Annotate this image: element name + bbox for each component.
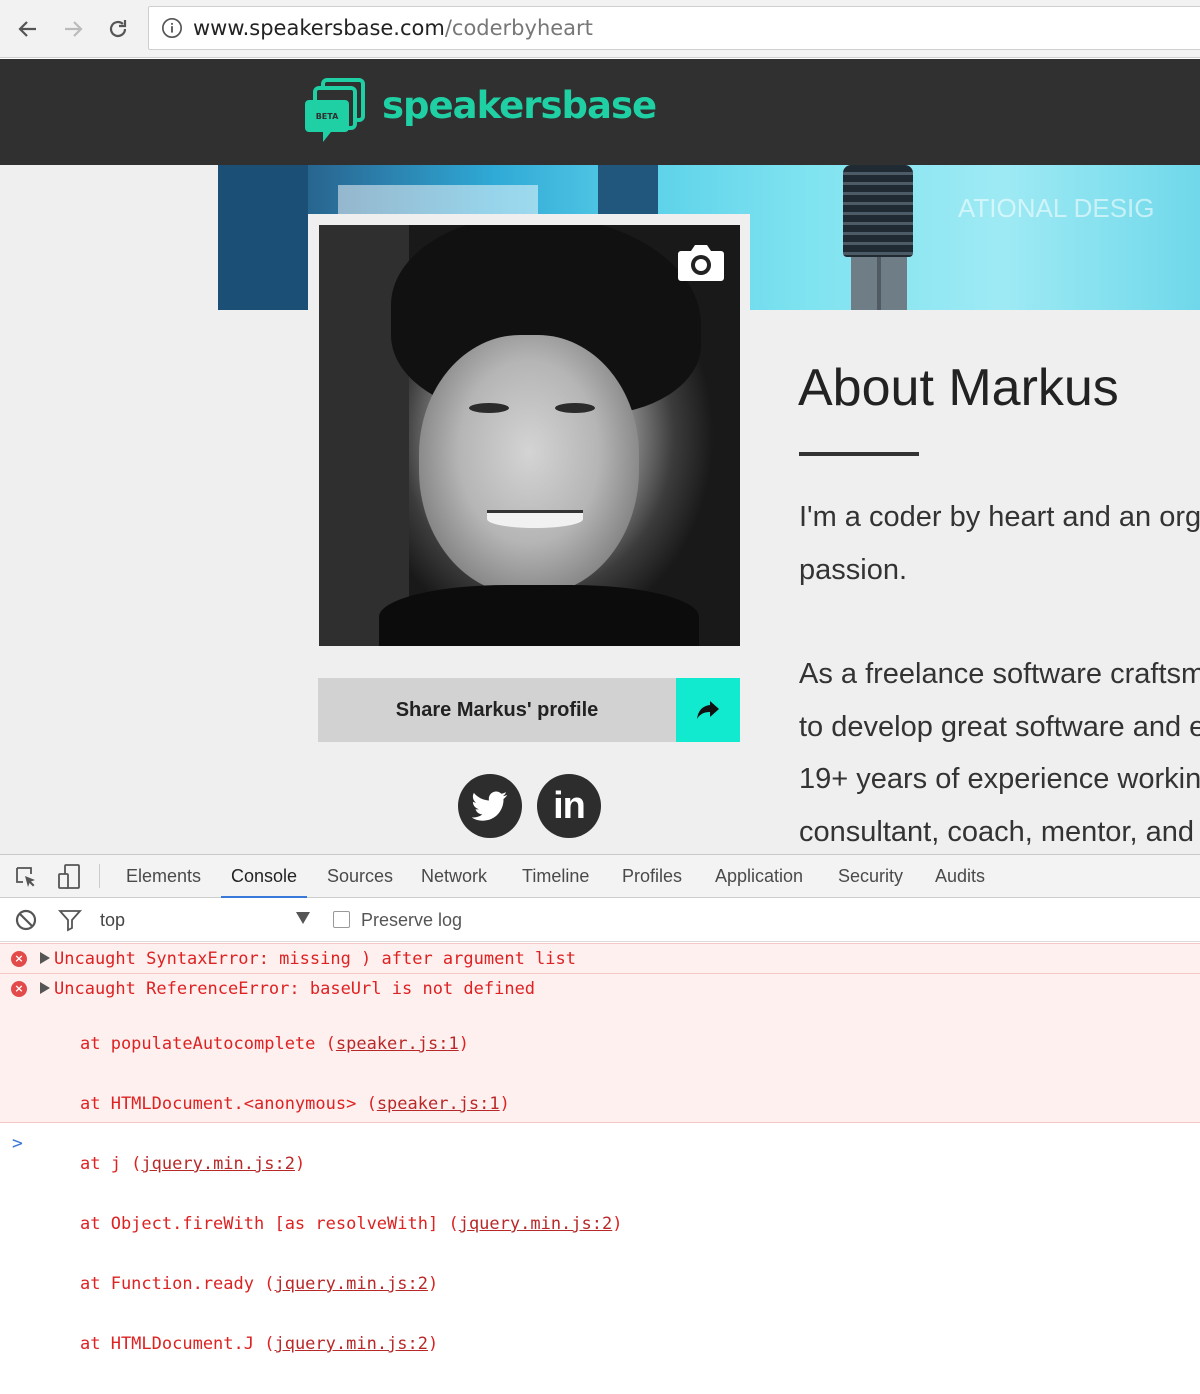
- devtools-tab-bar: Elements Console Sources Network Timelin…: [0, 855, 1200, 898]
- profile-photo: [319, 225, 740, 646]
- share-arrow-icon: [697, 701, 719, 719]
- bio-line: I'm a coder by heart and an orga: [799, 501, 1200, 533]
- tab-elements[interactable]: Elements: [126, 855, 201, 898]
- tab-security[interactable]: Security: [838, 855, 903, 898]
- bio-line: As a freelance software craftsma: [799, 658, 1200, 690]
- chevron-down-icon[interactable]: [296, 912, 310, 924]
- bio-line: passion.: [799, 553, 908, 586]
- tab-audits[interactable]: Audits: [935, 855, 985, 898]
- preserve-log-checkbox[interactable]: [333, 911, 350, 928]
- arrow-left-icon: [18, 21, 36, 37]
- console-output: × Uncaught SyntaxError: missing ) after …: [0, 943, 1200, 1354]
- source-link[interactable]: speaker.js:1: [377, 1094, 500, 1114]
- console-prompt[interactable]: >: [12, 1133, 23, 1154]
- tab-sources[interactable]: Sources: [327, 855, 393, 898]
- back-button[interactable]: [11, 12, 45, 46]
- bio-line: 19+ years of experience working: [799, 763, 1200, 795]
- filter-icon: [58, 910, 82, 932]
- share-icon-button[interactable]: [676, 678, 740, 742]
- console-toolbar: top Preserve log: [0, 899, 1200, 942]
- error-icon: ×: [11, 951, 27, 967]
- tab-profiles[interactable]: Profiles: [622, 855, 682, 898]
- url-text: www.speakersbase.com/coderbyheart: [193, 16, 593, 40]
- expand-triangle-icon[interactable]: [40, 982, 50, 994]
- linkedin-button[interactable]: in: [537, 774, 601, 838]
- tab-application[interactable]: Application: [715, 855, 803, 898]
- url-path: /coderbyheart: [444, 16, 593, 40]
- reload-icon: [109, 20, 127, 38]
- twitter-icon: [472, 791, 508, 821]
- address-bar[interactable]: www.speakersbase.com/coderbyheart: [148, 6, 1200, 50]
- tab-console[interactable]: Console: [220, 855, 308, 898]
- stack-frame: at j (jquery.min.js:2): [80, 1154, 306, 1174]
- clear-console-button[interactable]: [12, 906, 40, 934]
- browser-toolbar: www.speakersbase.com/coderbyheart: [0, 0, 1200, 58]
- logo-badge-text: BETA: [316, 112, 339, 121]
- bio-text: I'm a coder by heart and an orga passion…: [799, 491, 1200, 855]
- source-link[interactable]: jquery.min.js:2: [274, 1274, 428, 1294]
- bio-line: consultant, coach, mentor, and: [799, 815, 1194, 848]
- twitter-button[interactable]: [458, 774, 522, 838]
- banner-speaker: [833, 165, 923, 310]
- url-domain: www.speakersbase.com: [193, 16, 445, 40]
- tab-separator: [99, 864, 100, 888]
- stack-trace: at populateAutocomplete (speaker.js:1) a…: [80, 994, 622, 1394]
- camera-icon[interactable]: [677, 241, 725, 283]
- stack-frame: at Object.fireWith [as resolveWith] (jqu…: [80, 1214, 623, 1234]
- reload-button[interactable]: [101, 12, 135, 46]
- stack-frame: at Function.ready (jquery.min.js:2): [80, 1274, 439, 1294]
- source-link[interactable]: jquery.min.js:2: [274, 1334, 428, 1354]
- stack-frame: at HTMLDocument.<anonymous> (speaker.js:…: [80, 1094, 510, 1114]
- inspect-element-button[interactable]: [12, 863, 40, 891]
- linkedin-icon: in: [553, 784, 586, 827]
- source-link[interactable]: speaker.js:1: [336, 1034, 459, 1054]
- about-heading: About Markus: [798, 359, 1119, 417]
- info-icon[interactable]: [161, 17, 183, 39]
- inspect-cursor-icon: [16, 867, 35, 887]
- share-profile-button[interactable]: Share Markus' profile: [318, 678, 676, 742]
- stack-frame: at HTMLDocument.J (jquery.min.js:2): [80, 1334, 439, 1354]
- preserve-log-label[interactable]: Preserve log: [361, 899, 462, 942]
- bio-line: to develop great software and e: [799, 710, 1200, 743]
- error-icon: ×: [11, 981, 27, 997]
- expand-triangle-icon[interactable]: [40, 952, 50, 964]
- error-message: Uncaught SyntaxError: missing ) after ar…: [54, 949, 576, 969]
- block-icon: [15, 909, 37, 931]
- source-link[interactable]: jquery.min.js:2: [459, 1214, 613, 1234]
- source-link[interactable]: jquery.min.js:2: [141, 1154, 295, 1174]
- stack-frame: at populateAutocomplete (speaker.js:1): [80, 1034, 469, 1054]
- console-error-row: × Uncaught ReferenceError: baseUrl is no…: [0, 973, 1200, 1354]
- context-selector[interactable]: top: [100, 899, 125, 942]
- tab-timeline[interactable]: Timeline: [522, 855, 589, 898]
- forward-button[interactable]: [56, 12, 90, 46]
- devtools-panel: Elements Console Sources Network Timelin…: [0, 854, 1200, 1354]
- console-error-row: × Uncaught SyntaxError: missing ) after …: [0, 943, 1200, 973]
- filter-button[interactable]: [56, 906, 84, 934]
- device-mode-icon: [58, 864, 80, 889]
- logo-text[interactable]: speakersbase: [382, 84, 657, 127]
- heading-divider: [799, 452, 919, 456]
- profile-page: ATIONAL DESIG Share Markus' profile in A…: [0, 165, 1200, 855]
- arrow-right-icon: [65, 21, 83, 37]
- tab-network[interactable]: Network: [421, 855, 487, 898]
- banner-stage-text: ATIONAL DESIG: [958, 193, 1155, 223]
- device-toolbar-button[interactable]: [55, 863, 83, 891]
- speakersbase-logo-icon[interactable]: BETA: [305, 78, 367, 146]
